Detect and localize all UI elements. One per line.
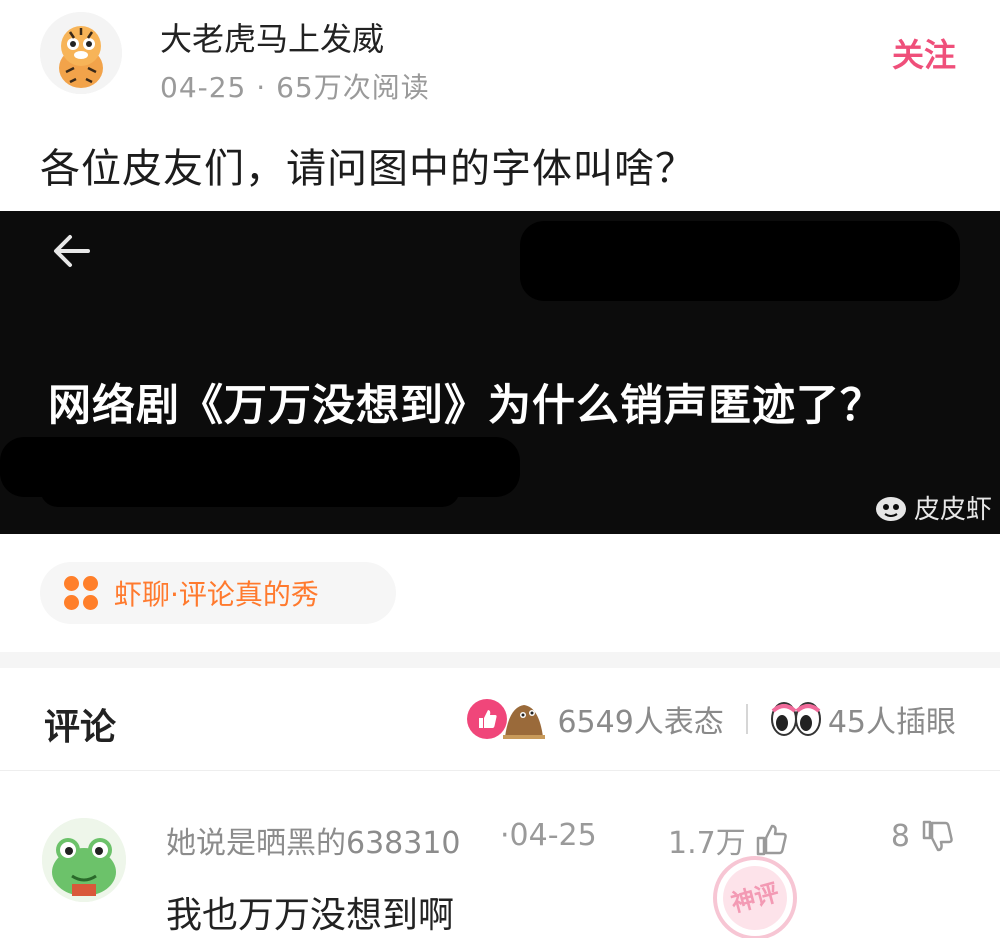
image-headline: 网络剧《万万没想到》为什么销声匿迹了？ — [48, 381, 884, 431]
reaction-summary[interactable]: 6549人表态 45人插眼 — [467, 690, 956, 748]
comment-text: 我也万万没想到啊 — [166, 895, 455, 936]
mole-reaction-icon — [503, 705, 546, 739]
commenter-avatar[interactable] — [42, 818, 126, 902]
post-image[interactable]: 网络剧《万万没想到》为什么销声匿迹了？ 皮皮虾 — [0, 211, 1000, 534]
bookmark-count: 45人插眼 — [827, 705, 956, 740]
commenter-name[interactable]: 她说是晒黑的638310 — [166, 818, 461, 862]
topic-label: 虾聊·评论真的秀 — [114, 578, 319, 611]
topic-chip[interactable]: 虾聊·评论真的秀 — [40, 562, 396, 624]
watermark-text: 皮皮虾 — [913, 495, 992, 525]
reaction-count: 6549人表态 — [557, 705, 724, 740]
comment-dislike-count: 8 — [890, 818, 910, 854]
shrimp-logo-icon — [875, 496, 906, 521]
watermark: 皮皮虾 — [874, 489, 992, 526]
hot-comment-stamp-icon: 神评 — [713, 856, 797, 938]
reaction-separator — [745, 704, 748, 734]
section-divider — [0, 652, 1000, 668]
back-arrow-icon — [54, 235, 90, 267]
header-divider — [0, 770, 1000, 771]
follow-button[interactable]: 关注 — [892, 30, 956, 76]
redaction-scribble — [620, 251, 920, 299]
topic-grid-icon — [64, 576, 98, 610]
comment-date: ·04-25 — [500, 818, 597, 853]
author-name[interactable]: 大老虎马上发威 — [160, 14, 384, 60]
post-title: 各位皮友们，请问图中的字体叫啥？ — [40, 146, 696, 192]
post-meta: 04-25 · 65万次阅读 — [160, 71, 430, 104]
comment-dislike-button[interactable]: 8 — [891, 818, 956, 854]
thumbs-down-icon — [922, 820, 953, 852]
author-avatar[interactable] — [40, 12, 122, 94]
eyes-icon — [770, 702, 821, 736]
redaction-scribble — [40, 467, 460, 507]
comments-title: 评论 — [44, 707, 117, 748]
tiger-avatar-icon — [40, 12, 122, 94]
frog-avatar-icon — [42, 818, 126, 902]
